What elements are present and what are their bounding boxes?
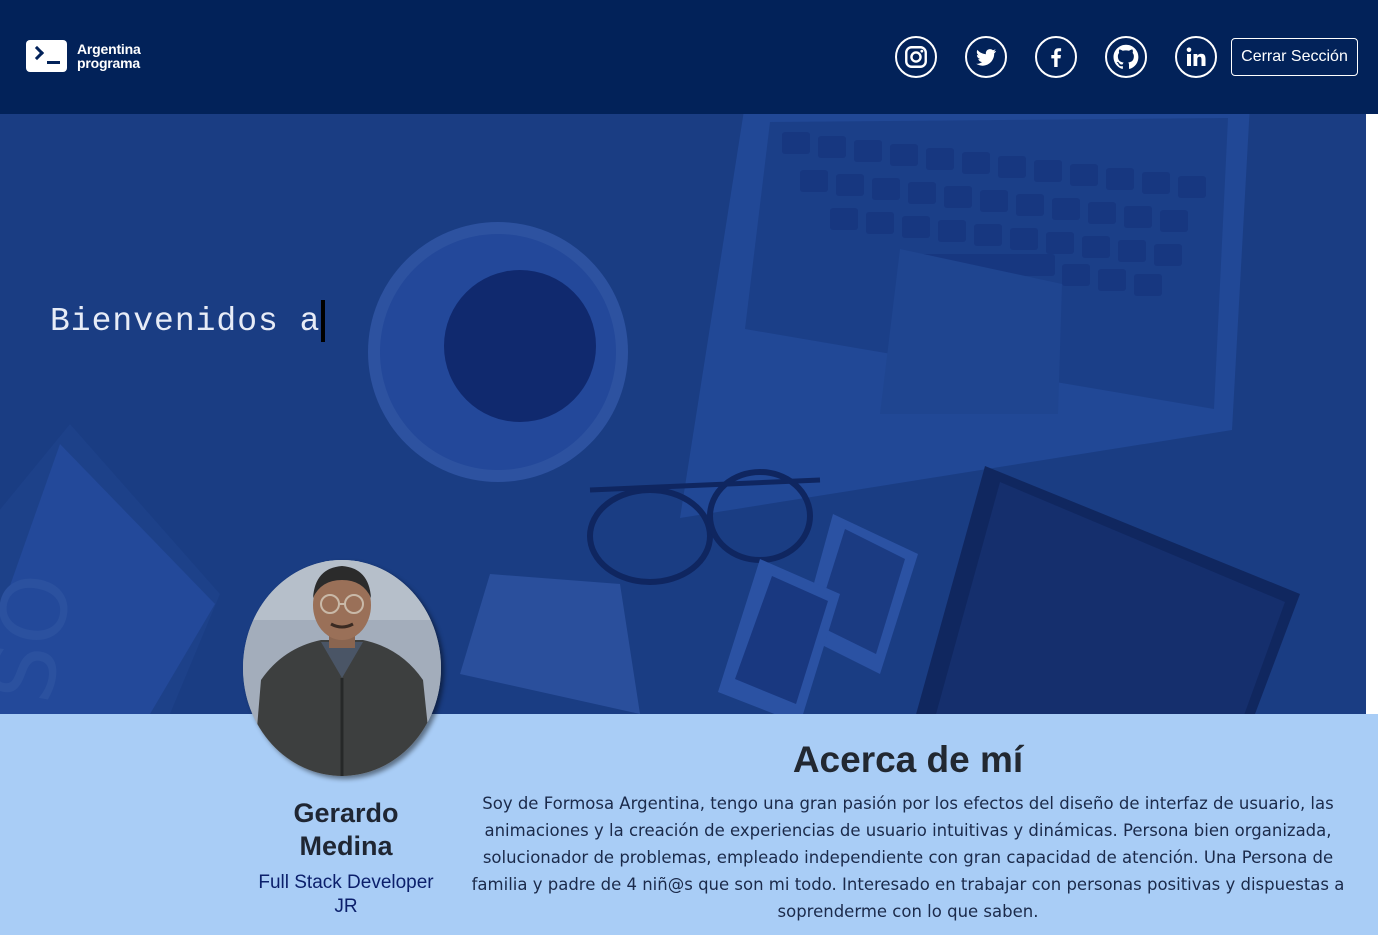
twitter-icon (976, 49, 996, 66)
brand-name: Argentina programa (77, 42, 141, 70)
github-icon (1113, 44, 1139, 69)
hero-typed-title: Bienvenidos a (50, 300, 326, 342)
navbar: Argentina programa Cerrar Sección (0, 0, 1378, 114)
profile-last-name: Medina (299, 831, 393, 861)
hero-banner: SO Bienvenidos a (0, 114, 1366, 714)
facebook-link[interactable] (1035, 36, 1077, 78)
facebook-icon (1051, 48, 1062, 67)
logout-button[interactable]: Cerrar Sección (1231, 38, 1358, 76)
linkedin-icon (1186, 47, 1206, 66)
profile-first-name: Gerardo (293, 798, 399, 828)
brand-line-1: Argentina (77, 41, 141, 57)
typing-cursor (321, 300, 326, 342)
twitter-link[interactable] (965, 36, 1007, 78)
about-title: Acerca de mí (792, 739, 1024, 780)
desk-background-image: SO (0, 114, 1366, 714)
brand-line-2: programa (77, 55, 140, 71)
instagram-link[interactable] (895, 36, 937, 78)
terminal-prompt-icon (26, 40, 67, 72)
about-description: Soy de Formosa Argentina, tengo una gran… (471, 794, 1345, 921)
profile-role-line-2: JR (334, 896, 358, 917)
brand-logo[interactable]: Argentina programa (26, 40, 141, 72)
linkedin-link[interactable] (1175, 36, 1217, 78)
profile-name: Gerardo Medina (246, 797, 446, 863)
profile-role-line-1: Full Stack Developer (258, 872, 434, 893)
hero-typed-text: Bienvenidos a (50, 302, 321, 340)
profile-photo (243, 560, 441, 776)
instagram-icon (905, 46, 927, 68)
page-edge-strip (1366, 114, 1378, 714)
github-link[interactable] (1105, 36, 1147, 78)
person-portrait-image (243, 560, 441, 776)
profile-role: Full Stack Developer JR (246, 871, 446, 919)
